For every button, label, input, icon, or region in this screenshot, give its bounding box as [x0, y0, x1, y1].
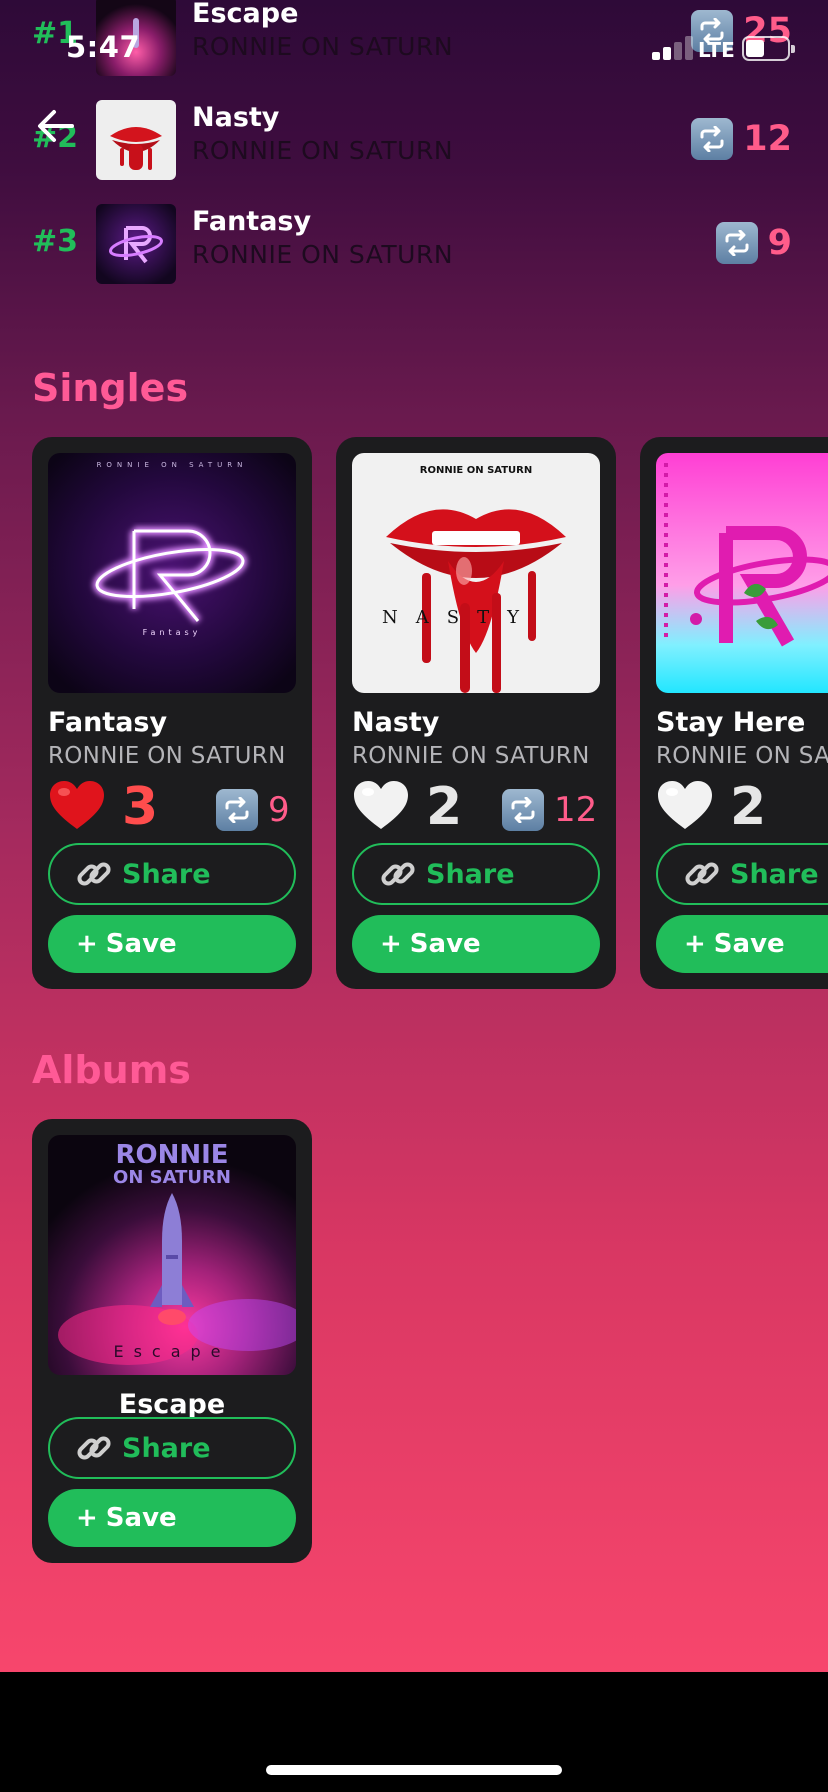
single-artist: RONNIE ON SATURN	[48, 743, 286, 769]
repost-icon	[691, 118, 734, 160]
top-track-row[interactable]: #2 Nasty RONNIE ON SATURN 12	[0, 100, 828, 180]
link-icon	[77, 1436, 111, 1460]
share-label: Share	[122, 858, 211, 890]
heart-outline-icon[interactable]	[656, 779, 714, 833]
like-count: 2	[730, 777, 767, 837]
track-cover-image	[96, 204, 176, 284]
heart-outline-icon[interactable]	[352, 779, 410, 833]
single-card[interactable]: RONNIE ON SATURN NASTY Nasty RONNIE ON S…	[336, 437, 616, 989]
track-artist: RONNIE ON SATURN	[192, 240, 454, 269]
top-track-row[interactable]: #3 Fantasy RONNIE ON SATURN 9	[0, 204, 828, 284]
album-title: Escape	[118, 1389, 226, 1420]
single-cover-image[interactable]: RONNIE ON SATURN Fantasy	[48, 453, 296, 693]
single-cover-image[interactable]	[656, 453, 828, 693]
share-button[interactable]: Share	[48, 843, 296, 905]
track-cover-image	[96, 100, 176, 180]
link-icon	[77, 862, 111, 886]
track-rank: #3	[32, 224, 79, 259]
heart-filled-icon[interactable]	[48, 779, 106, 833]
link-icon	[685, 862, 719, 886]
status-time: 5:47	[66, 30, 141, 64]
home-indicator[interactable]	[266, 1765, 562, 1775]
cover-caption-text: Fantasy	[143, 628, 202, 637]
track-repost-count: 12	[691, 118, 792, 160]
repost-stat: 12	[502, 789, 597, 831]
album-card[interactable]: RONNIE ON SATURN Escape Escape Share + S…	[32, 1119, 312, 1563]
save-button[interactable]: + Save	[48, 1489, 296, 1547]
repost-icon	[715, 222, 758, 264]
repost-count: 9	[767, 223, 792, 263]
track-artist: RONNIE ON SATURN	[192, 32, 454, 61]
repost-count: 12	[554, 790, 598, 830]
singles-heading: Singles	[32, 366, 189, 410]
save-label: Save	[105, 929, 177, 959]
single-artist: RONNIE ON SATURN	[656, 743, 828, 769]
share-label: Share	[730, 858, 819, 890]
cover-caption-text: NASTY	[382, 607, 537, 628]
single-title: Fantasy	[48, 707, 168, 738]
track-repost-count: 9	[715, 222, 792, 264]
cover-title-line2: ON SATURN	[113, 1167, 231, 1188]
save-button[interactable]: + Save	[48, 915, 296, 973]
repost-icon	[502, 789, 544, 831]
cover-caption-text: Escape	[113, 1342, 230, 1361]
save-button[interactable]: + Save	[352, 915, 600, 973]
cover-artist-text: RONNIE ON SATURN	[97, 461, 248, 469]
share-button[interactable]: Share	[352, 843, 600, 905]
like-count: 2	[426, 777, 463, 837]
back-arrow-icon[interactable]	[36, 108, 76, 144]
plus-icon: +	[76, 1503, 98, 1533]
single-title: Stay Here	[656, 707, 806, 738]
network-type: LTE	[698, 38, 735, 62]
single-artist: RONNIE ON SATURN	[352, 743, 590, 769]
repost-count: 9	[268, 790, 290, 830]
battery-icon	[742, 36, 795, 61]
track-title: Fantasy	[192, 206, 312, 237]
track-title: Escape	[192, 0, 299, 29]
artist-screen: #1 Escape RONNIE ON SATURN 25 #2 Nasty R…	[0, 0, 828, 1672]
share-label: Share	[426, 858, 515, 890]
plus-icon: +	[380, 929, 402, 959]
link-icon	[381, 862, 415, 886]
single-cover-image[interactable]: RONNIE ON SATURN NASTY	[352, 453, 600, 693]
save-button[interactable]: + Save	[656, 915, 828, 973]
repost-count: 12	[743, 119, 792, 159]
share-button[interactable]: Share	[48, 1417, 296, 1479]
cover-artist-text: RONNIE ON SATURN	[420, 465, 533, 476]
signal-icon	[652, 36, 698, 60]
repost-stat: 9	[216, 789, 290, 831]
share-label: Share	[122, 1432, 211, 1464]
share-button[interactable]: Share	[656, 843, 828, 905]
album-cover-image[interactable]: RONNIE ON SATURN Escape	[48, 1135, 296, 1375]
repost-icon	[216, 789, 258, 831]
track-artist: RONNIE ON SATURN	[192, 136, 454, 165]
save-label: Save	[713, 929, 785, 959]
cover-title-line1: RONNIE	[115, 1140, 228, 1170]
plus-icon: +	[684, 929, 706, 959]
single-title: Nasty	[352, 707, 440, 738]
save-label: Save	[409, 929, 481, 959]
single-card[interactable]: RONNIE ON SATURN Fantasy Fantasy RONNIE …	[32, 437, 312, 989]
save-label: Save	[105, 1503, 177, 1533]
plus-icon: +	[76, 929, 98, 959]
track-title: Nasty	[192, 102, 280, 133]
single-card[interactable]: Stay Here RONNIE ON SATURN 2 Share + Sav…	[640, 437, 828, 989]
like-count: 3	[122, 777, 159, 837]
albums-heading: Albums	[32, 1048, 191, 1092]
